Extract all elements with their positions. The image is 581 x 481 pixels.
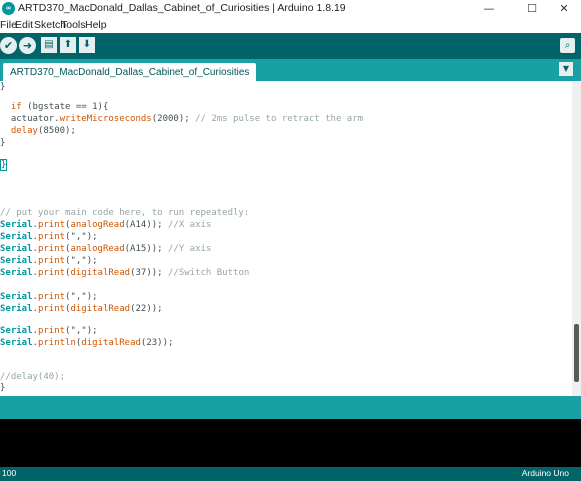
scrollbar-thumb[interactable]: [574, 324, 579, 382]
menu-edit[interactable]: Edit: [15, 19, 33, 31]
code-line: // put your main code here, to run repea…: [0, 208, 250, 218]
code-line: Serial.print(",");: [0, 256, 98, 266]
code-line: }: [0, 138, 6, 148]
code-line: actuator.writeMicroseconds(2000); // 2ms…: [0, 114, 364, 124]
arrow-up-icon: ⬆: [63, 39, 73, 50]
code-line: }: [0, 82, 6, 92]
verify-button[interactable]: ✔: [0, 37, 17, 54]
arrow-down-icon: ⬇: [82, 39, 92, 50]
new-sketch-button[interactable]: ▤: [41, 37, 57, 53]
checkmark-icon: ✔: [3, 39, 14, 52]
triangle-down-icon: ▼: [562, 64, 570, 73]
menu-help[interactable]: Help: [85, 19, 107, 31]
code-line: if (bgstate == 1){: [10, 102, 109, 112]
serial-monitor-button[interactable]: ⌕: [560, 38, 575, 53]
maximize-button[interactable]: ☐: [515, 0, 549, 17]
close-button[interactable]: ✕: [547, 0, 581, 17]
menu-tools[interactable]: Tools: [61, 19, 86, 31]
tab-menu-button[interactable]: ▼: [559, 62, 573, 76]
open-button[interactable]: ⬆: [60, 37, 76, 53]
matched-brace: }: [0, 159, 8, 171]
arduino-logo-icon: ∞: [2, 2, 15, 15]
code-line: Serial.print(",");: [0, 292, 98, 302]
code-line: Serial.print(digitalRead(37)); //Switch …: [0, 268, 250, 278]
code-line: delay(8500);: [10, 126, 76, 136]
code-line: Serial.print(",");: [0, 232, 98, 242]
code-line: Serial.print(",");: [0, 326, 98, 336]
minimize-button[interactable]: —: [472, 0, 506, 17]
status-bar: 100 Arduino Uno: [0, 467, 581, 481]
magnifier-icon: ⌕: [564, 40, 571, 51]
save-button[interactable]: ⬇: [79, 37, 95, 53]
new-file-icon: ▤: [44, 39, 54, 50]
upload-button[interactable]: ➜: [19, 37, 36, 54]
menu-bar: File Edit Sketch Tools Help: [0, 17, 581, 33]
tab-bar: ARTD370_MacDonald_Dallas_Cabinet_of_Curi…: [0, 59, 581, 81]
code-line: Serial.println(digitalRead(23));: [0, 338, 174, 348]
code-line: }: [0, 159, 8, 171]
code-editor[interactable]: } if (bgstate == 1){ actuator.writeMicro…: [0, 81, 572, 396]
line-number: 100: [2, 468, 17, 478]
toolbar: ✔ ➜ ▤ ⬆ ⬇ ⌕: [0, 33, 581, 59]
console-output[interactable]: [0, 419, 581, 467]
code-line: Serial.print(analogRead(A14)); //X axis: [0, 220, 212, 230]
code-line: Serial.print(analogRead(A15)); //Y axis: [0, 244, 212, 254]
code-line: //delay(40);: [0, 372, 66, 382]
window-title: ARTD370_MacDonald_Dallas_Cabinet_of_Curi…: [18, 2, 346, 14]
title-bar: ∞ ARTD370_MacDonald_Dallas_Cabinet_of_Cu…: [0, 0, 581, 17]
tab-sketch[interactable]: ARTD370_MacDonald_Dallas_Cabinet_of_Curi…: [3, 63, 257, 81]
board-name: Arduino Uno: [521, 468, 569, 478]
code-line: }: [0, 383, 6, 393]
code-line: Serial.print(digitalRead(22));: [0, 304, 163, 314]
message-area: [0, 396, 581, 419]
arrow-right-icon: ➜: [22, 39, 33, 52]
